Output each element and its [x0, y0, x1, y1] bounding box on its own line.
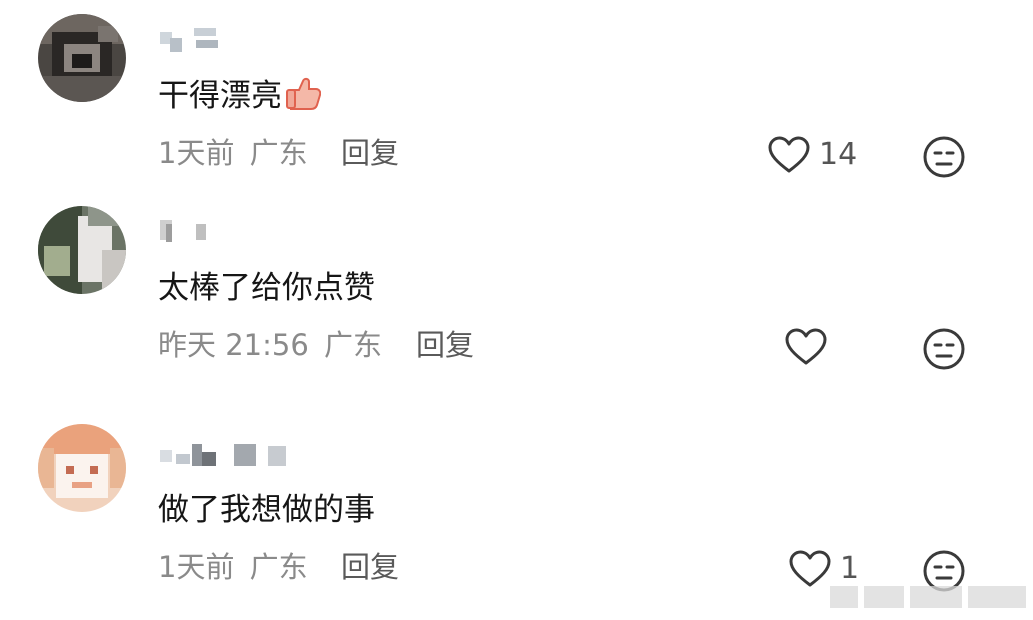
heart-icon — [788, 550, 832, 588]
comment-time: 昨天 21:56 — [158, 328, 309, 362]
like-count: 1 — [840, 551, 860, 586]
heart-icon — [784, 328, 828, 366]
reply-button[interactable]: 回复 — [341, 135, 399, 171]
comment-location: 广东 — [249, 136, 308, 170]
watermark-blurred — [830, 586, 1030, 608]
comment-time: 1天前 — [158, 550, 235, 584]
like-button[interactable]: 1 — [788, 550, 859, 588]
comment-text: 太棒了给你点赞 — [158, 268, 375, 308]
comment-location: 广东 — [249, 550, 308, 584]
meh-face-icon — [922, 135, 966, 179]
comment-location: 广东 — [324, 328, 383, 362]
comment-meta: 1天前 广东 — [158, 135, 308, 171]
dislike-button[interactable] — [922, 327, 966, 371]
comment-text: 干得漂亮 — [158, 76, 322, 120]
heart-icon — [767, 136, 811, 174]
avatar[interactable] — [38, 14, 126, 102]
dislike-button[interactable] — [922, 135, 966, 179]
avatar[interactable] — [38, 206, 126, 294]
comment-meta: 1天前 广东 — [158, 549, 308, 585]
comment-item: 干得漂亮 1天前 广东 回复 14 — [0, 0, 1033, 200]
avatar[interactable] — [38, 424, 126, 512]
comment-text-content: 做了我想做的事 — [158, 492, 375, 528]
username-blurred[interactable] — [160, 440, 300, 470]
username-blurred[interactable] — [160, 24, 230, 54]
comment-time: 1天前 — [158, 136, 235, 170]
like-button[interactable] — [784, 328, 836, 366]
comment-item: 太棒了给你点赞 昨天 21:56 广东 回复 — [0, 200, 1033, 410]
comment-text: 做了我想做的事 — [158, 490, 375, 530]
comment-meta: 昨天 21:56 广东 — [158, 327, 382, 363]
thumbs-up-emoji-icon — [285, 76, 322, 120]
reply-button[interactable]: 回复 — [341, 549, 399, 585]
like-button[interactable]: 14 — [767, 136, 857, 174]
meh-face-icon — [922, 327, 966, 371]
like-count: 14 — [819, 137, 858, 172]
comment-text-content: 太棒了给你点赞 — [158, 270, 375, 306]
username-blurred[interactable] — [160, 214, 220, 244]
comment-text-content: 干得漂亮 — [158, 78, 282, 114]
reply-button[interactable]: 回复 — [416, 327, 474, 363]
